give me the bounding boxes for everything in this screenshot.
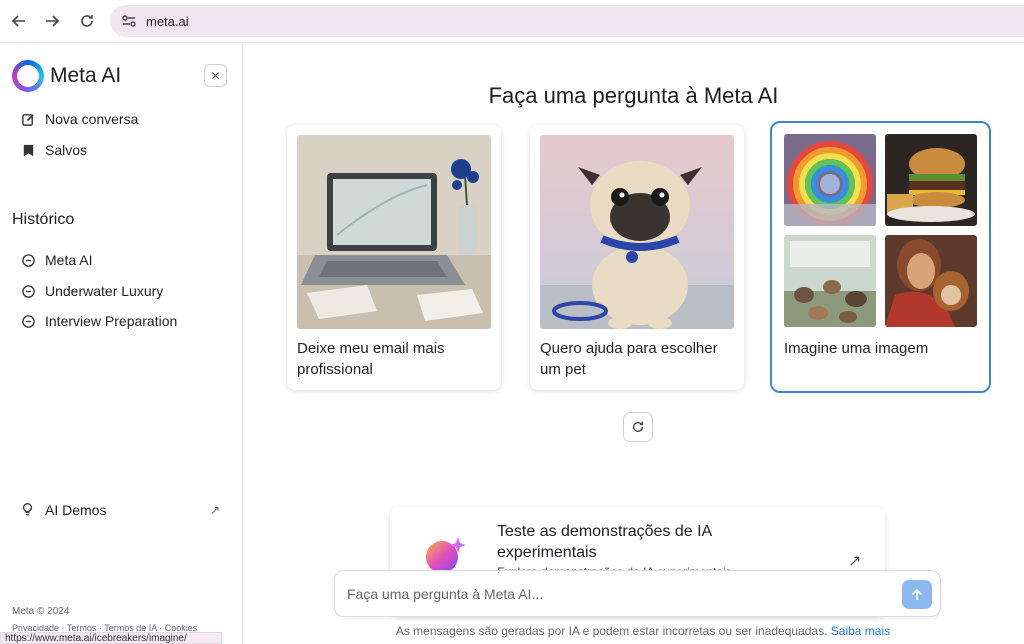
arrow-left-icon (11, 15, 25, 27)
yoga-dogs-thumbnail (784, 235, 876, 327)
history-item-label: Meta AI (45, 252, 93, 268)
external-arrow-icon: ↗ (209, 503, 220, 517)
ai-demos-label: AI Demos (45, 502, 107, 518)
chat-bubble-icon (20, 252, 36, 268)
history-item-underwater-luxury[interactable]: Underwater Luxury (20, 283, 163, 299)
suggestion-card-imagine[interactable]: Imagine uma imagem (770, 121, 991, 393)
disclaimer-text: As mensagens são geradas por IA e podem … (395, 624, 828, 638)
card-caption: Imagine uma imagem (784, 340, 929, 357)
message-composer (334, 570, 941, 617)
ai-demos-link[interactable]: AI Demos ↗ (20, 502, 220, 518)
send-button[interactable] (902, 580, 932, 609)
refresh-icon (632, 421, 644, 433)
nav-saved-label: Salvos (45, 142, 88, 158)
image-grid (784, 134, 978, 328)
history-title: Histórico (12, 211, 75, 228)
disclaimer: As mensagens são geradas por IA e podem … (243, 624, 1024, 638)
history-item-meta-ai[interactable]: Meta AI (20, 252, 92, 268)
close-sidebar-button[interactable]: ✕ (204, 64, 227, 87)
arrow-right-icon (46, 15, 60, 27)
meta-ai-ring-icon (12, 60, 44, 92)
edit-icon (20, 111, 36, 127)
demo-title: Teste as demonstrações de IA experimenta… (497, 523, 712, 561)
address-bar[interactable]: meta.ai (110, 5, 1024, 37)
nav-saved[interactable]: Salvos (20, 142, 87, 158)
back-button[interactable] (2, 4, 36, 38)
refresh-suggestions-button[interactable] (623, 412, 653, 442)
brand-name: Meta AI (50, 64, 122, 87)
pug-image (540, 135, 734, 329)
reload-button[interactable] (70, 4, 104, 38)
chat-bubble-icon (20, 283, 36, 299)
close-icon: ✕ (210, 68, 221, 83)
arrow-up-icon (911, 588, 923, 600)
browser-toolbar: meta.ai (0, 0, 1024, 43)
nav-new-chat[interactable]: Nova conversa (20, 111, 138, 127)
laptop-image (297, 135, 491, 329)
chat-bubble-icon (20, 313, 36, 329)
history-item-label: Interview Preparation (45, 313, 178, 329)
history-item-label: Underwater Luxury (45, 283, 164, 299)
main-panel: Faça uma pergunta à Meta AI Deixe meu em… (243, 43, 1024, 644)
girl-with-dog-thumbnail (885, 235, 977, 327)
url-text: meta.ai (146, 13, 189, 29)
card-caption: Quero ajuda para escolher um pet (540, 340, 718, 378)
lightbulb-icon (20, 502, 36, 518)
learn-more-link[interactable]: Saiba mais (831, 624, 890, 638)
rainbow-thumbnail (784, 134, 876, 226)
page-title: Faça uma pergunta à Meta AI (488, 83, 779, 108)
burger-thumbnail (885, 134, 977, 226)
history-item-interview-preparation[interactable]: Interview Preparation (20, 313, 177, 329)
bookmark-icon (20, 142, 36, 158)
suggestion-card-email[interactable]: Deixe meu email mais profissional (287, 125, 501, 390)
prompt-input[interactable] (347, 583, 887, 605)
copyright: Meta © 2024 (12, 606, 70, 617)
suggestion-card-pet[interactable]: Quero ajuda para escolher um pet (530, 125, 744, 390)
status-bar-url: https://www.meta.ai/icebreakers/imagine/ (0, 632, 222, 644)
card-caption: Deixe meu email mais profissional (297, 340, 445, 378)
site-info-icon[interactable] (120, 12, 138, 30)
external-arrow-icon: ↗ (848, 553, 862, 570)
brand-logo[interactable]: Meta AI (12, 60, 121, 92)
nav-new-chat-label: Nova conversa (45, 111, 139, 127)
reload-icon (81, 15, 93, 27)
sidebar: Meta AI ✕ Nova conversa Salvos Histórico… (0, 43, 243, 644)
forward-button[interactable] (35, 4, 69, 38)
